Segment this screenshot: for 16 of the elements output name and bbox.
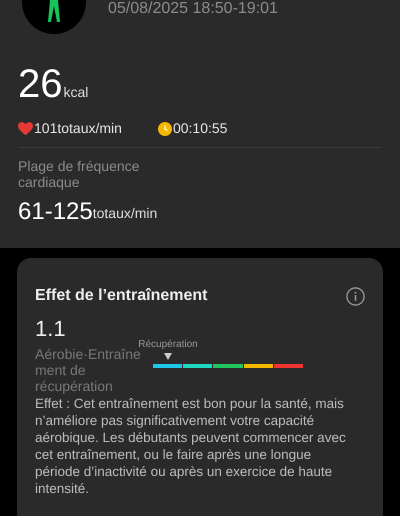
card-title: Effet de l’entraînement bbox=[35, 286, 208, 306]
heart-rate-label: Plage de fréquence cardiaque bbox=[18, 158, 140, 190]
heart-icon bbox=[18, 122, 33, 136]
scale-label: Récupération bbox=[138, 340, 198, 350]
workout-datetime: 05/08/2025 18:50-19:01 bbox=[108, 1, 278, 17]
effect-type: Aérobie·Entraînement de récupération bbox=[35, 346, 141, 394]
calories-value: 26 bbox=[18, 64, 62, 104]
calories-unit: kcal bbox=[64, 83, 88, 102]
heart-rate-unit: totaux/min bbox=[92, 204, 158, 223]
stat-text: 101totaux/min bbox=[34, 119, 122, 138]
heart-rate-range: 61-125 bbox=[18, 200, 93, 224]
effect-description: Effet : Cet entraînement est bon pour la santé, mais n’améliore pas significativement votre capacité aérobique. Les débutants peuvent commencer avec cet entraînement, ou le faire après une longue période d’inactivité ou après un exercice de haute intensité. bbox=[35, 395, 347, 497]
info-icon[interactable] bbox=[346, 286, 365, 306]
effect-score: 1.1 bbox=[35, 318, 67, 340]
clock-icon bbox=[158, 122, 172, 136]
stat-text: 00:10:55 bbox=[172, 119, 228, 138]
